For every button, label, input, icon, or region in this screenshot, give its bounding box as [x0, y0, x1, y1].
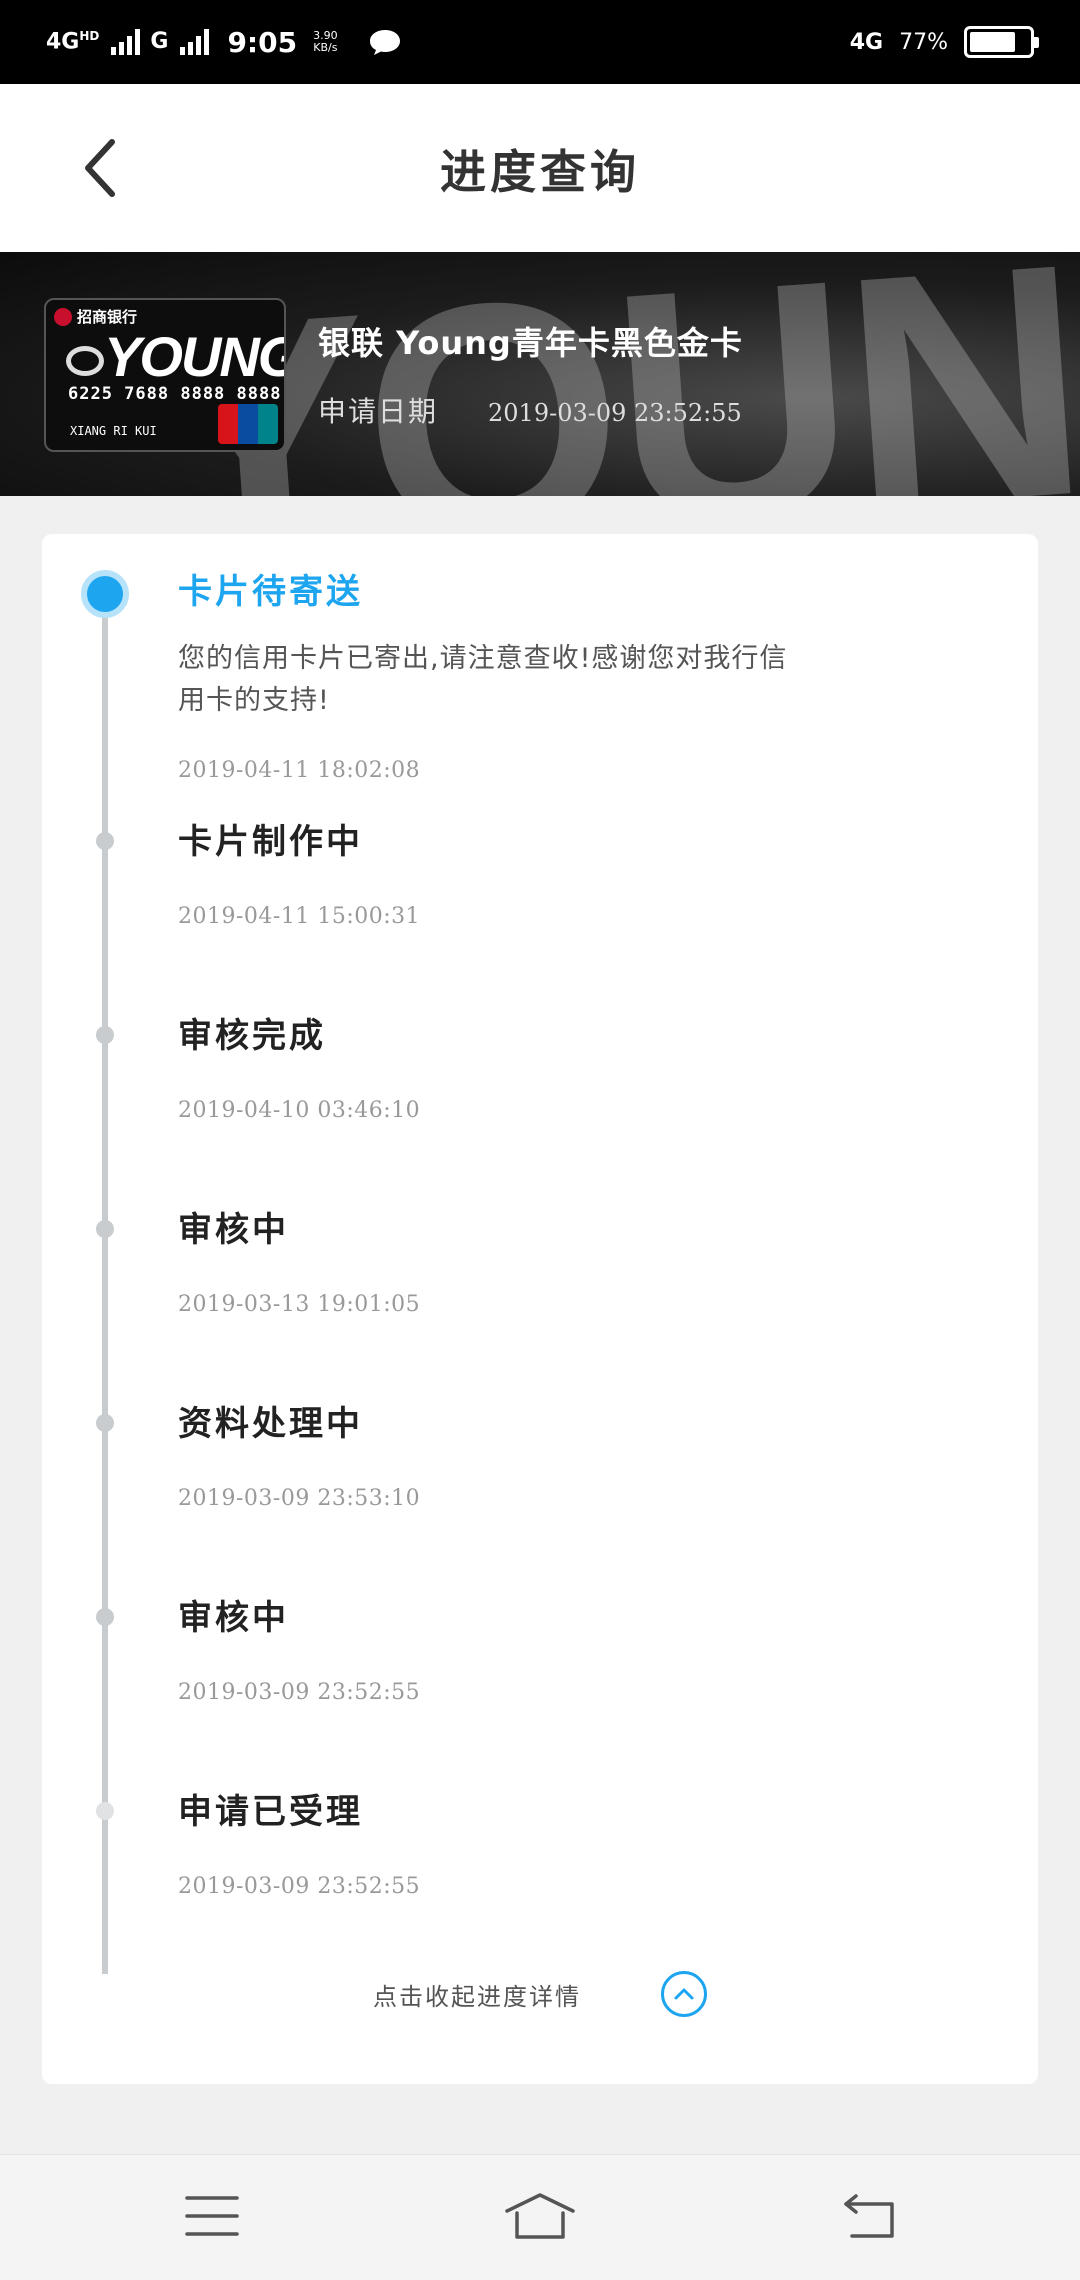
chevron-up-circle-icon — [661, 1971, 707, 2017]
timeline-dot — [96, 1414, 114, 1432]
timeline-line — [102, 594, 108, 1974]
timeline-item-title: 审核中 — [178, 1210, 289, 1250]
back-icon — [844, 2194, 894, 2238]
network-type-right-label: 4G — [849, 29, 884, 55]
card-holder: XIANG RI KUI — [70, 424, 157, 438]
page-title: 进度查询 — [440, 145, 640, 199]
timeline-dot — [96, 1220, 114, 1238]
signal-strength-secondary-icon — [180, 29, 210, 55]
timeline-item-title: 审核中 — [178, 1598, 289, 1638]
home-icon — [505, 2193, 575, 2239]
timeline-item-time: 2019-03-13 19:01:05 — [178, 1292, 421, 1317]
card-brand: YOUNG — [104, 325, 286, 388]
timeline-item-time: 2019-03-09 23:52:55 — [178, 1874, 421, 1899]
menu-button[interactable] — [172, 2181, 252, 2251]
clock: 9:05 — [227, 25, 298, 59]
status-bar: 4GHD G 9:05 3.90 KB/s 4G 77% — [0, 0, 1080, 84]
card-banner: YOUNG 招商银行 YOUNG 6225 7688 8888 8888 XIA… — [0, 252, 1080, 496]
timeline-dot — [96, 1608, 114, 1626]
timeline-item-time: 2019-04-10 03:46:10 — [178, 1098, 421, 1123]
timeline-item-time: 2019-03-09 23:53:10 — [178, 1486, 421, 1511]
battery-percent: 77% — [899, 29, 948, 55]
battery-icon — [964, 26, 1039, 58]
timeline-item-title: 资料处理中 — [178, 1404, 363, 1444]
menu-icon — [185, 2196, 239, 2236]
apply-date-label: 申请日期 — [318, 395, 439, 428]
timeline-dot — [96, 1802, 114, 1820]
timeline-item-title: 卡片待寄送 — [178, 572, 363, 612]
card-number: 6225 7688 8888 8888 — [68, 384, 282, 404]
card-product-name: 银联 Young青年卡黑色金卡 — [318, 324, 743, 362]
message-icon — [369, 30, 400, 55]
collapse-progress-button[interactable]: 点击收起进度详情 — [42, 1954, 1038, 2034]
system-navigation-bar — [0, 2154, 1080, 2280]
timeline-item-time: 2019-04-11 15:00:31 — [178, 904, 421, 929]
apply-date-row: 申请日期 2019-03-09 23:52:55 — [318, 390, 742, 430]
home-button[interactable] — [500, 2181, 580, 2251]
credit-card-image: 招商银行 YOUNG 6225 7688 8888 8888 XIANG RI … — [44, 298, 286, 452]
timeline-dot — [96, 832, 114, 850]
system-back-button[interactable] — [830, 2181, 910, 2251]
timeline-item-title: 审核完成 — [178, 1016, 326, 1056]
timeline-item-time: 2019-04-11 18:02:08 — [178, 758, 421, 783]
network-speed: 3.90 KB/s — [313, 29, 338, 54]
apply-date-value: 2019-03-09 23:52:55 — [488, 399, 742, 427]
progress-timeline-card: 卡片待寄送 您的信用卡片已寄出,请注意查收!感谢您对我行信用卡的支持! 2019… — [42, 534, 1038, 2084]
timeline-item-description: 您的信用卡片已寄出,请注意查收!感谢您对我行信用卡的支持! — [178, 643, 788, 716]
collapse-progress-label: 点击收起进度详情 — [373, 1982, 581, 2011]
timeline-item-time: 2019-03-09 23:52:55 — [178, 1680, 421, 1705]
timeline-active-dot — [81, 570, 129, 618]
signal-strength-icon — [111, 29, 141, 55]
status-left: 4GHD G 9:05 3.90 KB/s — [46, 18, 402, 66]
network-type-secondary-label: G — [150, 29, 169, 54]
card-chip-icon — [66, 346, 104, 376]
app-header: 进度查询 — [0, 84, 1080, 252]
status-right: 4G 77% — [849, 20, 1039, 64]
network-type-label: 4GHD — [46, 29, 100, 55]
unionpay-logo — [218, 404, 278, 444]
timeline-dot — [96, 1026, 114, 1044]
timeline-item-title: 卡片制作中 — [178, 822, 363, 862]
timeline-item-title: 申请已受理 — [178, 1792, 363, 1832]
